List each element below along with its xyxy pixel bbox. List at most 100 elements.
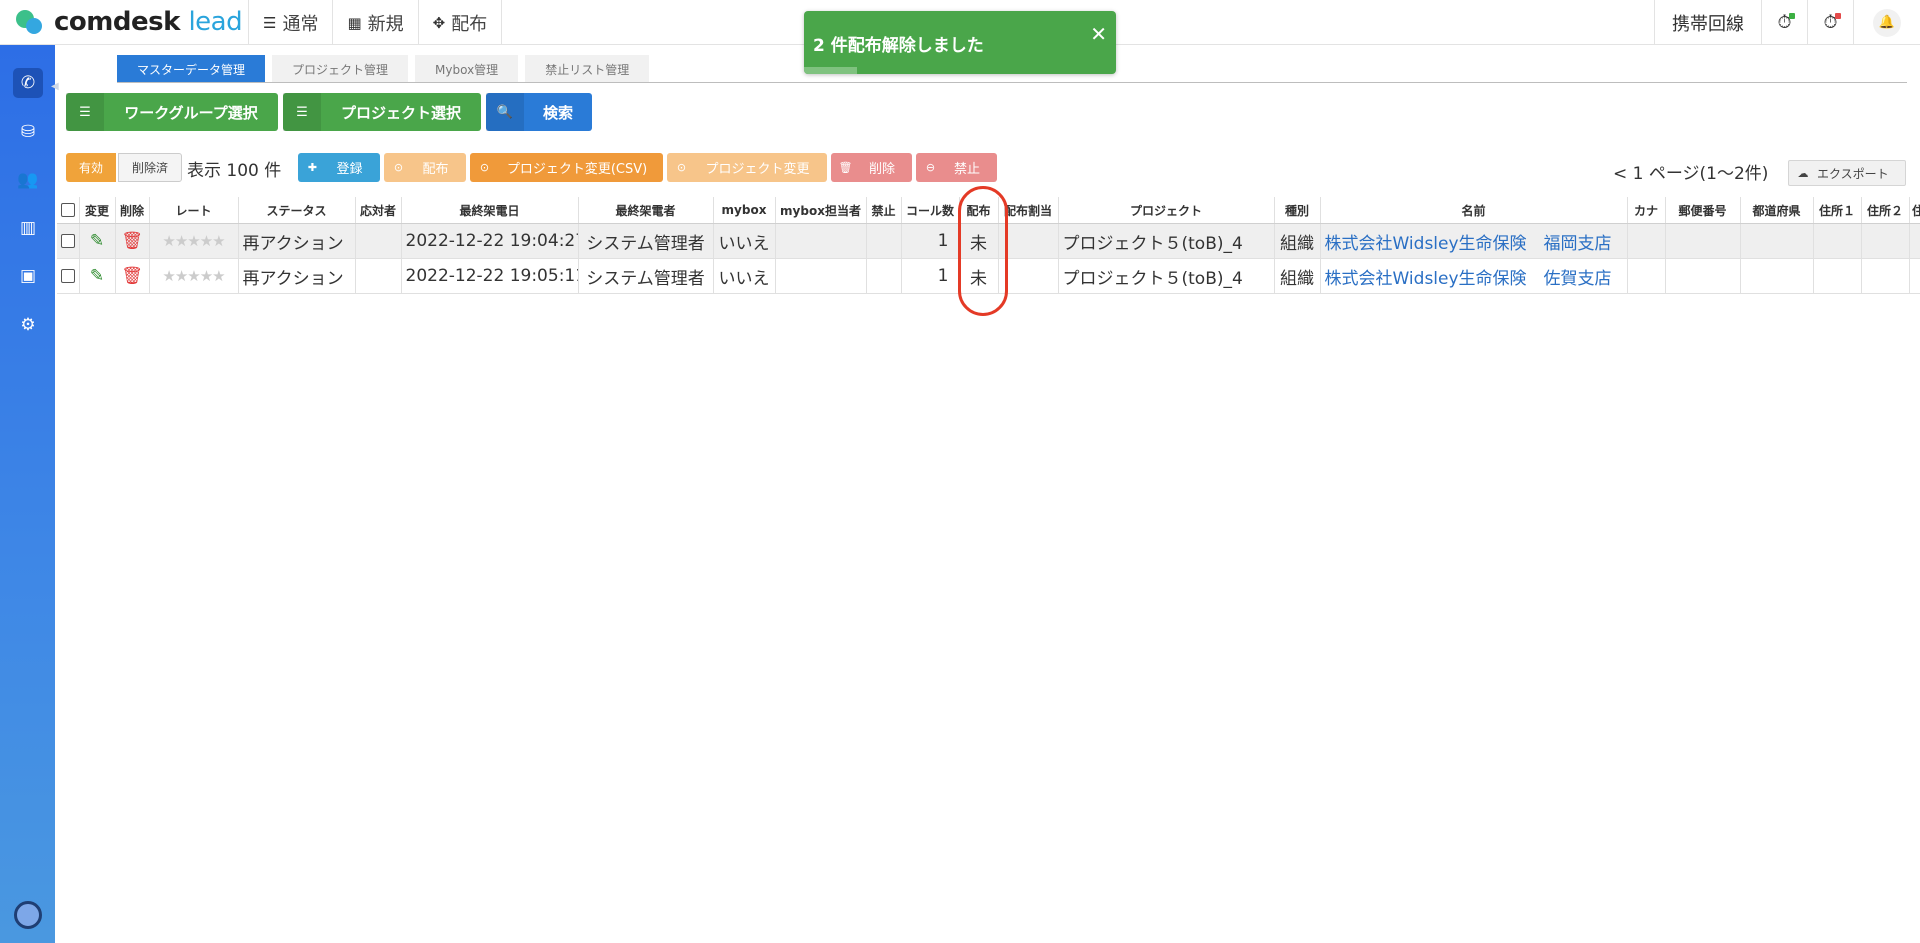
phone-line-button[interactable]: 携帯回線 bbox=[1654, 0, 1761, 45]
status-cell: 再アクション bbox=[238, 258, 356, 294]
nav-distribute-label: 配布 bbox=[451, 13, 488, 35]
green-badge bbox=[1789, 13, 1795, 19]
column-header[interactable]: 都道府県 bbox=[1740, 197, 1814, 224]
ban-button[interactable]: ⊖ 禁止 bbox=[916, 153, 997, 182]
collapse-arrow-icon[interactable]: ◀ bbox=[51, 81, 59, 92]
highlight-circle-annotation bbox=[958, 186, 1008, 316]
notification-button[interactable]: 🔔 bbox=[1853, 0, 1920, 45]
indent-icon: ☰ bbox=[283, 93, 321, 131]
check-circle-icon: ⊙ bbox=[393, 161, 404, 174]
sub-tabs: マスターデータ管理 プロジェクト管理 Mybox管理 禁止リスト管理 bbox=[117, 55, 656, 83]
database-icon[interactable]: ⛁ bbox=[13, 117, 43, 147]
tab-master-data[interactable]: マスターデータ管理 bbox=[117, 55, 266, 83]
bell-icon: 🔔 bbox=[1873, 8, 1901, 37]
distribute-button[interactable]: ⊙ 配布 bbox=[384, 153, 466, 182]
tab-ban-list[interactable]: 禁止リスト管理 bbox=[525, 55, 650, 83]
column-header[interactable]: 郵便番号 bbox=[1665, 197, 1741, 224]
column-header[interactable]: 住所２ bbox=[1861, 197, 1910, 224]
check-circle-icon: ⊙ bbox=[676, 161, 687, 174]
column-header[interactable]: 住 bbox=[1909, 197, 1920, 224]
logo-main-text: comdesk bbox=[54, 7, 180, 37]
column-header[interactable]: 禁止 bbox=[866, 197, 902, 224]
trash-icon[interactable]: 🗑 bbox=[121, 231, 143, 251]
workgroup-select-button[interactable]: ☰ ワークグループ選択 bbox=[66, 93, 278, 131]
toast-progress-bar bbox=[804, 67, 858, 74]
nav-normal-label: 通常 bbox=[282, 13, 319, 35]
row-checkbox[interactable] bbox=[61, 234, 75, 248]
top-nav: ☰ 通常 ▦ 新規 ✥ 配布 bbox=[248, 0, 503, 45]
column-header[interactable]: 最終架電日 bbox=[401, 197, 579, 224]
register-button[interactable]: ✚ 登録 bbox=[298, 153, 380, 182]
phone-icon[interactable]: ✆ bbox=[13, 68, 43, 98]
grid-icon: ▦ bbox=[347, 13, 362, 32]
mybox-owner-cell bbox=[775, 223, 867, 259]
call-count-cell: 1 bbox=[901, 223, 960, 259]
column-header[interactable]: 名前 bbox=[1320, 197, 1628, 224]
plus-icon: ✚ bbox=[307, 161, 318, 174]
pagination-info[interactable]: < 1 ページ(1〜2件) bbox=[1613, 159, 1768, 184]
cloud-download-icon: ☁ bbox=[1797, 166, 1809, 180]
column-header[interactable]: カナ bbox=[1627, 197, 1666, 224]
nav-distribute[interactable]: ✥ 配布 bbox=[417, 0, 503, 45]
top-right-controls: 携帯回線 ⏱ ⏱ 🔔 bbox=[1654, 0, 1920, 45]
board-icon[interactable]: ▣ bbox=[13, 261, 43, 291]
list-icon: ☰ bbox=[263, 13, 277, 32]
expand-icon: ✥ bbox=[432, 13, 446, 32]
name-link[interactable]: 株式会社Widsley生命保険 福岡支店 bbox=[1320, 223, 1628, 259]
deleted-filter-toggle[interactable]: 削除済 bbox=[118, 153, 183, 182]
app-logo[interactable]: comdesk lead bbox=[14, 6, 243, 38]
column-header[interactable]: 応対者 bbox=[355, 197, 402, 224]
select-all-header[interactable] bbox=[57, 197, 80, 224]
responder-cell bbox=[355, 258, 402, 294]
pencil-icon[interactable]: ✎ bbox=[90, 266, 104, 286]
users-icon[interactable]: 👥 bbox=[13, 165, 43, 195]
tab-project[interactable]: プロジェクト管理 bbox=[272, 55, 409, 83]
column-header[interactable]: レート bbox=[149, 197, 239, 224]
column-header[interactable]: mybox担当者 bbox=[775, 197, 867, 224]
toast-message: 2 件配布解除しました bbox=[813, 36, 984, 56]
trash-icon[interactable]: 🗑 bbox=[121, 266, 143, 286]
rating-stars[interactable]: ★★★★★ bbox=[162, 232, 225, 250]
trash-icon: 🗑 bbox=[838, 161, 853, 174]
project-select-button[interactable]: ☰ プロジェクト選択 bbox=[283, 93, 481, 131]
left-sidebar: ◀ ✆ ⛁ 👥 ▥ ▣ ⚙ bbox=[0, 45, 59, 943]
project-change-button[interactable]: ⊙ プロジェクト変更 bbox=[667, 153, 827, 182]
close-icon[interactable]: ✕ bbox=[1090, 22, 1107, 46]
pencil-icon[interactable]: ✎ bbox=[90, 231, 104, 251]
tab-mybox[interactable]: Mybox管理 bbox=[415, 55, 519, 83]
nav-normal[interactable]: ☰ 通常 bbox=[248, 0, 332, 45]
column-header[interactable]: ステータス bbox=[238, 197, 356, 224]
row-checkbox[interactable] bbox=[61, 269, 75, 283]
delete-button[interactable]: 🗑 削除 bbox=[831, 153, 912, 182]
active-filter-toggle[interactable]: 有効 bbox=[66, 153, 117, 182]
column-header[interactable]: 種別 bbox=[1274, 197, 1321, 224]
chart-icon[interactable]: ▥ bbox=[13, 213, 43, 243]
search-button[interactable]: 🔍 検索 bbox=[486, 93, 592, 131]
column-header[interactable]: 最終架電者 bbox=[578, 197, 714, 224]
mybox-cell: いいえ bbox=[713, 258, 776, 294]
rating-stars[interactable]: ★★★★★ bbox=[162, 267, 225, 285]
search-icon: 🔍 bbox=[486, 93, 524, 131]
column-header[interactable]: コール数 bbox=[901, 197, 960, 224]
timer-red-button[interactable]: ⏱ bbox=[1807, 0, 1853, 45]
column-header[interactable]: プロジェクト bbox=[1058, 197, 1275, 224]
gear-icon[interactable]: ⚙ bbox=[13, 310, 43, 340]
name-link[interactable]: 株式会社Widsley生命保険 佐賀支店 bbox=[1320, 258, 1628, 294]
type-cell: 組織 bbox=[1274, 258, 1321, 294]
last-call-date-cell: 2022-12-22 19:04:27 bbox=[401, 223, 579, 259]
column-header[interactable]: mybox bbox=[713, 197, 776, 224]
export-button[interactable]: ☁ エクスポート bbox=[1788, 160, 1906, 186]
project-cell: プロジェクト５(toB)_4 bbox=[1058, 223, 1275, 259]
status-cell: 再アクション bbox=[238, 223, 356, 259]
column-header[interactable]: 住所１ bbox=[1813, 197, 1862, 224]
timer-green-button[interactable]: ⏱ bbox=[1761, 0, 1807, 45]
last-call-date-cell: 2022-12-22 19:05:11 bbox=[401, 258, 579, 294]
last-caller-cell: システム管理者 bbox=[578, 258, 714, 294]
user-avatar-icon[interactable] bbox=[14, 901, 42, 929]
responder-cell bbox=[355, 223, 402, 259]
nav-new[interactable]: ▦ 新規 bbox=[332, 0, 417, 45]
banned-cell bbox=[866, 223, 902, 259]
select-all-checkbox[interactable] bbox=[60, 203, 75, 218]
project-change-csv-button[interactable]: ⊙ プロジェクト変更(CSV) bbox=[470, 153, 663, 182]
type-cell: 組織 bbox=[1274, 223, 1321, 259]
